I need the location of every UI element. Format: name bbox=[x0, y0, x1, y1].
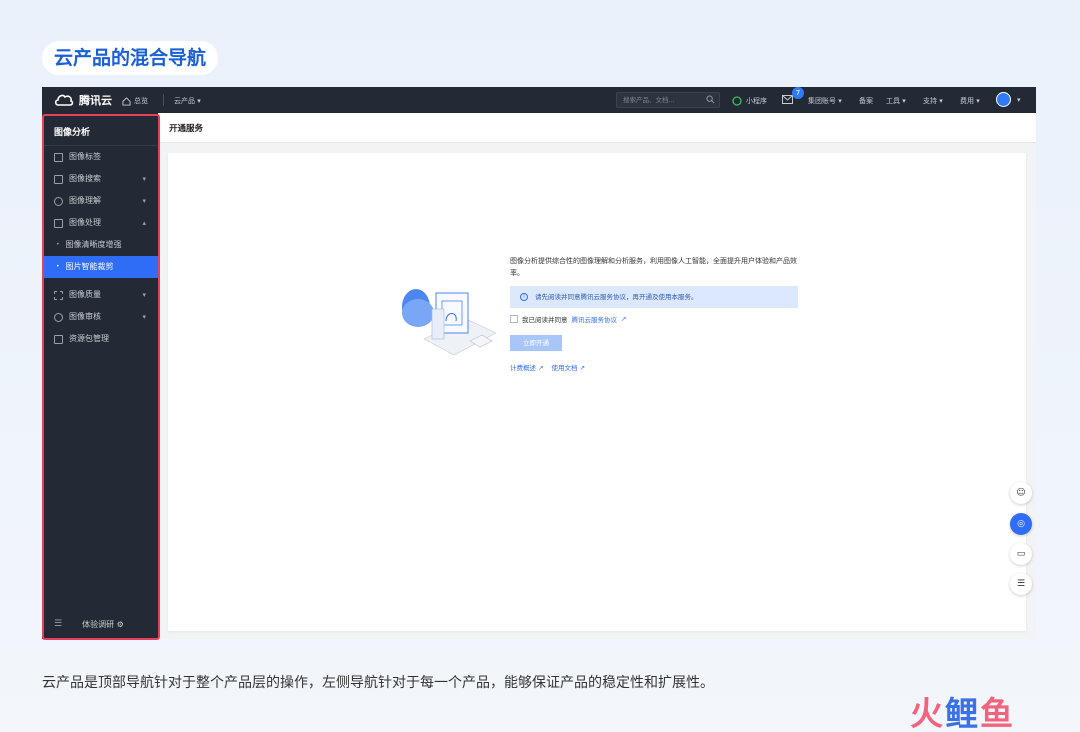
content-header: 开通服务 bbox=[158, 113, 1036, 143]
survey-label: 体验调研 bbox=[82, 619, 115, 629]
sidebar-item-image-tags[interactable]: 图像标签 bbox=[42, 146, 158, 168]
external-link-icon: ↗ bbox=[621, 315, 627, 323]
watermark-char: 鱼 bbox=[980, 694, 1015, 732]
support-menu[interactable]: 支持 ▾ bbox=[923, 96, 943, 106]
menu-float-button[interactable]: ☰ bbox=[1010, 573, 1032, 595]
top-navigation: 腾讯云 总览 云产品 ▾ 搜索产品、文档... 小程序 7 集团账号 ▾ 备案 … bbox=[42, 87, 1036, 113]
billing-menu[interactable]: 费用 ▾ bbox=[960, 96, 980, 106]
sidebar-item-label: 图像搜索 bbox=[69, 174, 101, 183]
divider bbox=[163, 94, 164, 106]
docs-label: 使用文档 bbox=[551, 364, 578, 372]
agreement-text: 我已阅读并同意 bbox=[522, 316, 568, 324]
sidebar-item-label: 图片智能裁剪 bbox=[65, 262, 114, 271]
activate-button[interactable]: 立即开通 bbox=[510, 335, 562, 351]
collapse-sidebar-icon[interactable]: ☰ bbox=[54, 619, 62, 629]
mail-icon[interactable] bbox=[782, 95, 793, 104]
pricing-link[interactable]: 计费概述 ↗ bbox=[510, 362, 544, 372]
sidebar-item-label: 图像审核 bbox=[69, 312, 101, 321]
frame-icon bbox=[54, 290, 63, 300]
external-link-icon: ↗ bbox=[538, 364, 544, 372]
service-activation-card: 图像分析提供综合性的图像理解和分析服务，利用图像人工智能，全面提升用户体验和产品… bbox=[168, 153, 1026, 631]
docs-float-button[interactable]: ▭ bbox=[1010, 543, 1032, 565]
agreement-checkbox[interactable] bbox=[510, 315, 518, 323]
sidebar-subitem-smart-crop[interactable]: • 图片智能裁剪 bbox=[42, 256, 158, 278]
smile-icon: ☺ bbox=[1016, 488, 1026, 498]
brand-logo[interactable]: 腾讯云 bbox=[54, 92, 112, 108]
search-input[interactable]: 搜索产品、文档... bbox=[616, 92, 720, 108]
agreement-notice: i 请先阅读并同意腾讯云服务协议，再开通及使用本服务。 bbox=[510, 286, 798, 308]
console-screenshot: 腾讯云 总览 云产品 ▾ 搜索产品、文档... 小程序 7 集团账号 ▾ 备案 … bbox=[42, 87, 1036, 639]
grid-icon bbox=[54, 152, 63, 162]
sidebar-item-image-processing[interactable]: 图像处理 ▴ bbox=[42, 212, 158, 234]
shield-icon bbox=[54, 312, 63, 322]
avatar[interactable] bbox=[996, 92, 1011, 107]
mini-program-label: 小程序 bbox=[746, 97, 767, 105]
pricing-label: 计费概述 bbox=[510, 364, 536, 372]
book-icon: ▭ bbox=[1016, 549, 1026, 559]
home-label: 总览 bbox=[134, 97, 148, 105]
list-icon: ☰ bbox=[1016, 579, 1026, 589]
chevron-up-icon: ▴ bbox=[142, 219, 146, 227]
sidebar-item-image-quality[interactable]: 图像质量 ▾ bbox=[42, 284, 158, 306]
content-heading: 开通服务 bbox=[169, 124, 204, 134]
cloud-logo-icon bbox=[54, 94, 74, 106]
info-icon: i bbox=[520, 293, 528, 301]
sidebar-item-resource-packs[interactable]: 资源包管理 bbox=[42, 328, 158, 350]
agreement-link[interactable]: 腾讯云服务协议 bbox=[572, 314, 618, 324]
sidebar-item-label: 资源包管理 bbox=[69, 334, 109, 343]
sidebar-item-label: 图像理解 bbox=[69, 196, 101, 205]
bullet-icon: • bbox=[56, 241, 60, 248]
search-placeholder: 搜索产品、文档... bbox=[623, 96, 675, 104]
sidebar-item-image-search[interactable]: 图像搜索 ▾ bbox=[42, 168, 158, 190]
sidebar-item-label: 图像标签 bbox=[69, 152, 101, 161]
sidebar-item-image-understanding[interactable]: 图像理解 ▾ bbox=[42, 190, 158, 212]
list-icon bbox=[54, 218, 63, 228]
beian-link[interactable]: 备案 bbox=[859, 96, 873, 106]
search-icon[interactable] bbox=[706, 95, 715, 104]
mail-badge: 7 bbox=[792, 87, 804, 99]
sidebar-item-label: 图像质量 bbox=[69, 290, 101, 299]
mini-program-link[interactable]: 小程序 bbox=[732, 96, 767, 106]
sidebar-item-label: 图像清晰度增强 bbox=[65, 240, 122, 249]
mini-program-icon bbox=[732, 96, 742, 106]
sidebar-subitem-sharpness[interactable]: • 图像清晰度增强 bbox=[42, 234, 158, 256]
sidebar: 图像分析 图像标签 图像搜索 ▾ 图像理解 ▾ 图像处理 ▴ • 图像清晰度增强… bbox=[42, 113, 158, 639]
survey-link[interactable]: 体验调研 ⚙ bbox=[82, 619, 124, 630]
customer-service-button[interactable]: ◎ bbox=[1010, 513, 1032, 535]
docs-link[interactable]: 使用文档 ↗ bbox=[552, 362, 586, 372]
tools-menu[interactable]: 工具 ▾ bbox=[886, 96, 906, 106]
group-account-menu[interactable]: 集团账号 ▾ bbox=[808, 96, 842, 106]
sidebar-item-image-moderation[interactable]: 图像审核 ▾ bbox=[42, 306, 158, 328]
doc-links: 计费概述 ↗ 使用文档 ↗ bbox=[510, 362, 585, 372]
image-icon bbox=[54, 174, 63, 184]
watermark-char: 火 bbox=[910, 694, 945, 732]
watermark-char: 鲤 bbox=[945, 694, 980, 732]
chevron-down-icon: ▾ bbox=[142, 291, 146, 299]
agreement-checkbox-row[interactable]: 我已阅读并同意 腾讯云服务协议 ↗ bbox=[510, 314, 626, 324]
avatar-menu-caret[interactable]: ▾ bbox=[1017, 96, 1021, 104]
shapes-icon bbox=[54, 196, 63, 206]
page-title: 云产品的混合导航 bbox=[42, 41, 219, 75]
products-menu[interactable]: 云产品 ▾ bbox=[174, 96, 201, 106]
sidebar-title: 图像分析 bbox=[54, 128, 91, 138]
bullet-icon: • bbox=[56, 263, 60, 270]
chevron-down-icon: ▾ bbox=[142, 313, 146, 321]
home-link[interactable]: 总览 bbox=[122, 96, 148, 106]
settings-icon: ⚙ bbox=[116, 619, 124, 629]
brand-watermark: 火鲤鱼 bbox=[910, 687, 1015, 732]
notice-text: 请先阅读并同意腾讯云服务协议，再开通及使用本服务。 bbox=[535, 293, 698, 301]
sidebar-item-label: 图像处理 bbox=[69, 218, 101, 227]
home-icon bbox=[122, 96, 131, 106]
chevron-down-icon: ▾ bbox=[142, 175, 146, 183]
caption-text: 云产品是顶部导航针对于整个产品层的操作，左侧导航针对于每一个产品，能够保证产品的… bbox=[42, 675, 714, 691]
package-icon bbox=[54, 334, 63, 344]
chevron-down-icon: ▾ bbox=[142, 197, 146, 205]
sidebar-footer: ☰ 体验调研 ⚙ bbox=[42, 609, 158, 639]
brand-name: 腾讯云 bbox=[79, 94, 112, 107]
headset-icon: ◎ bbox=[1017, 519, 1025, 529]
feedback-smile-button[interactable]: ☺ bbox=[1010, 482, 1032, 504]
external-link-icon: ↗ bbox=[579, 364, 586, 372]
service-description: 图像分析提供综合性的图像理解和分析服务，利用图像人工智能，全面提升用户体验和产品… bbox=[510, 257, 797, 277]
cloud-image-illustration bbox=[402, 289, 497, 356]
